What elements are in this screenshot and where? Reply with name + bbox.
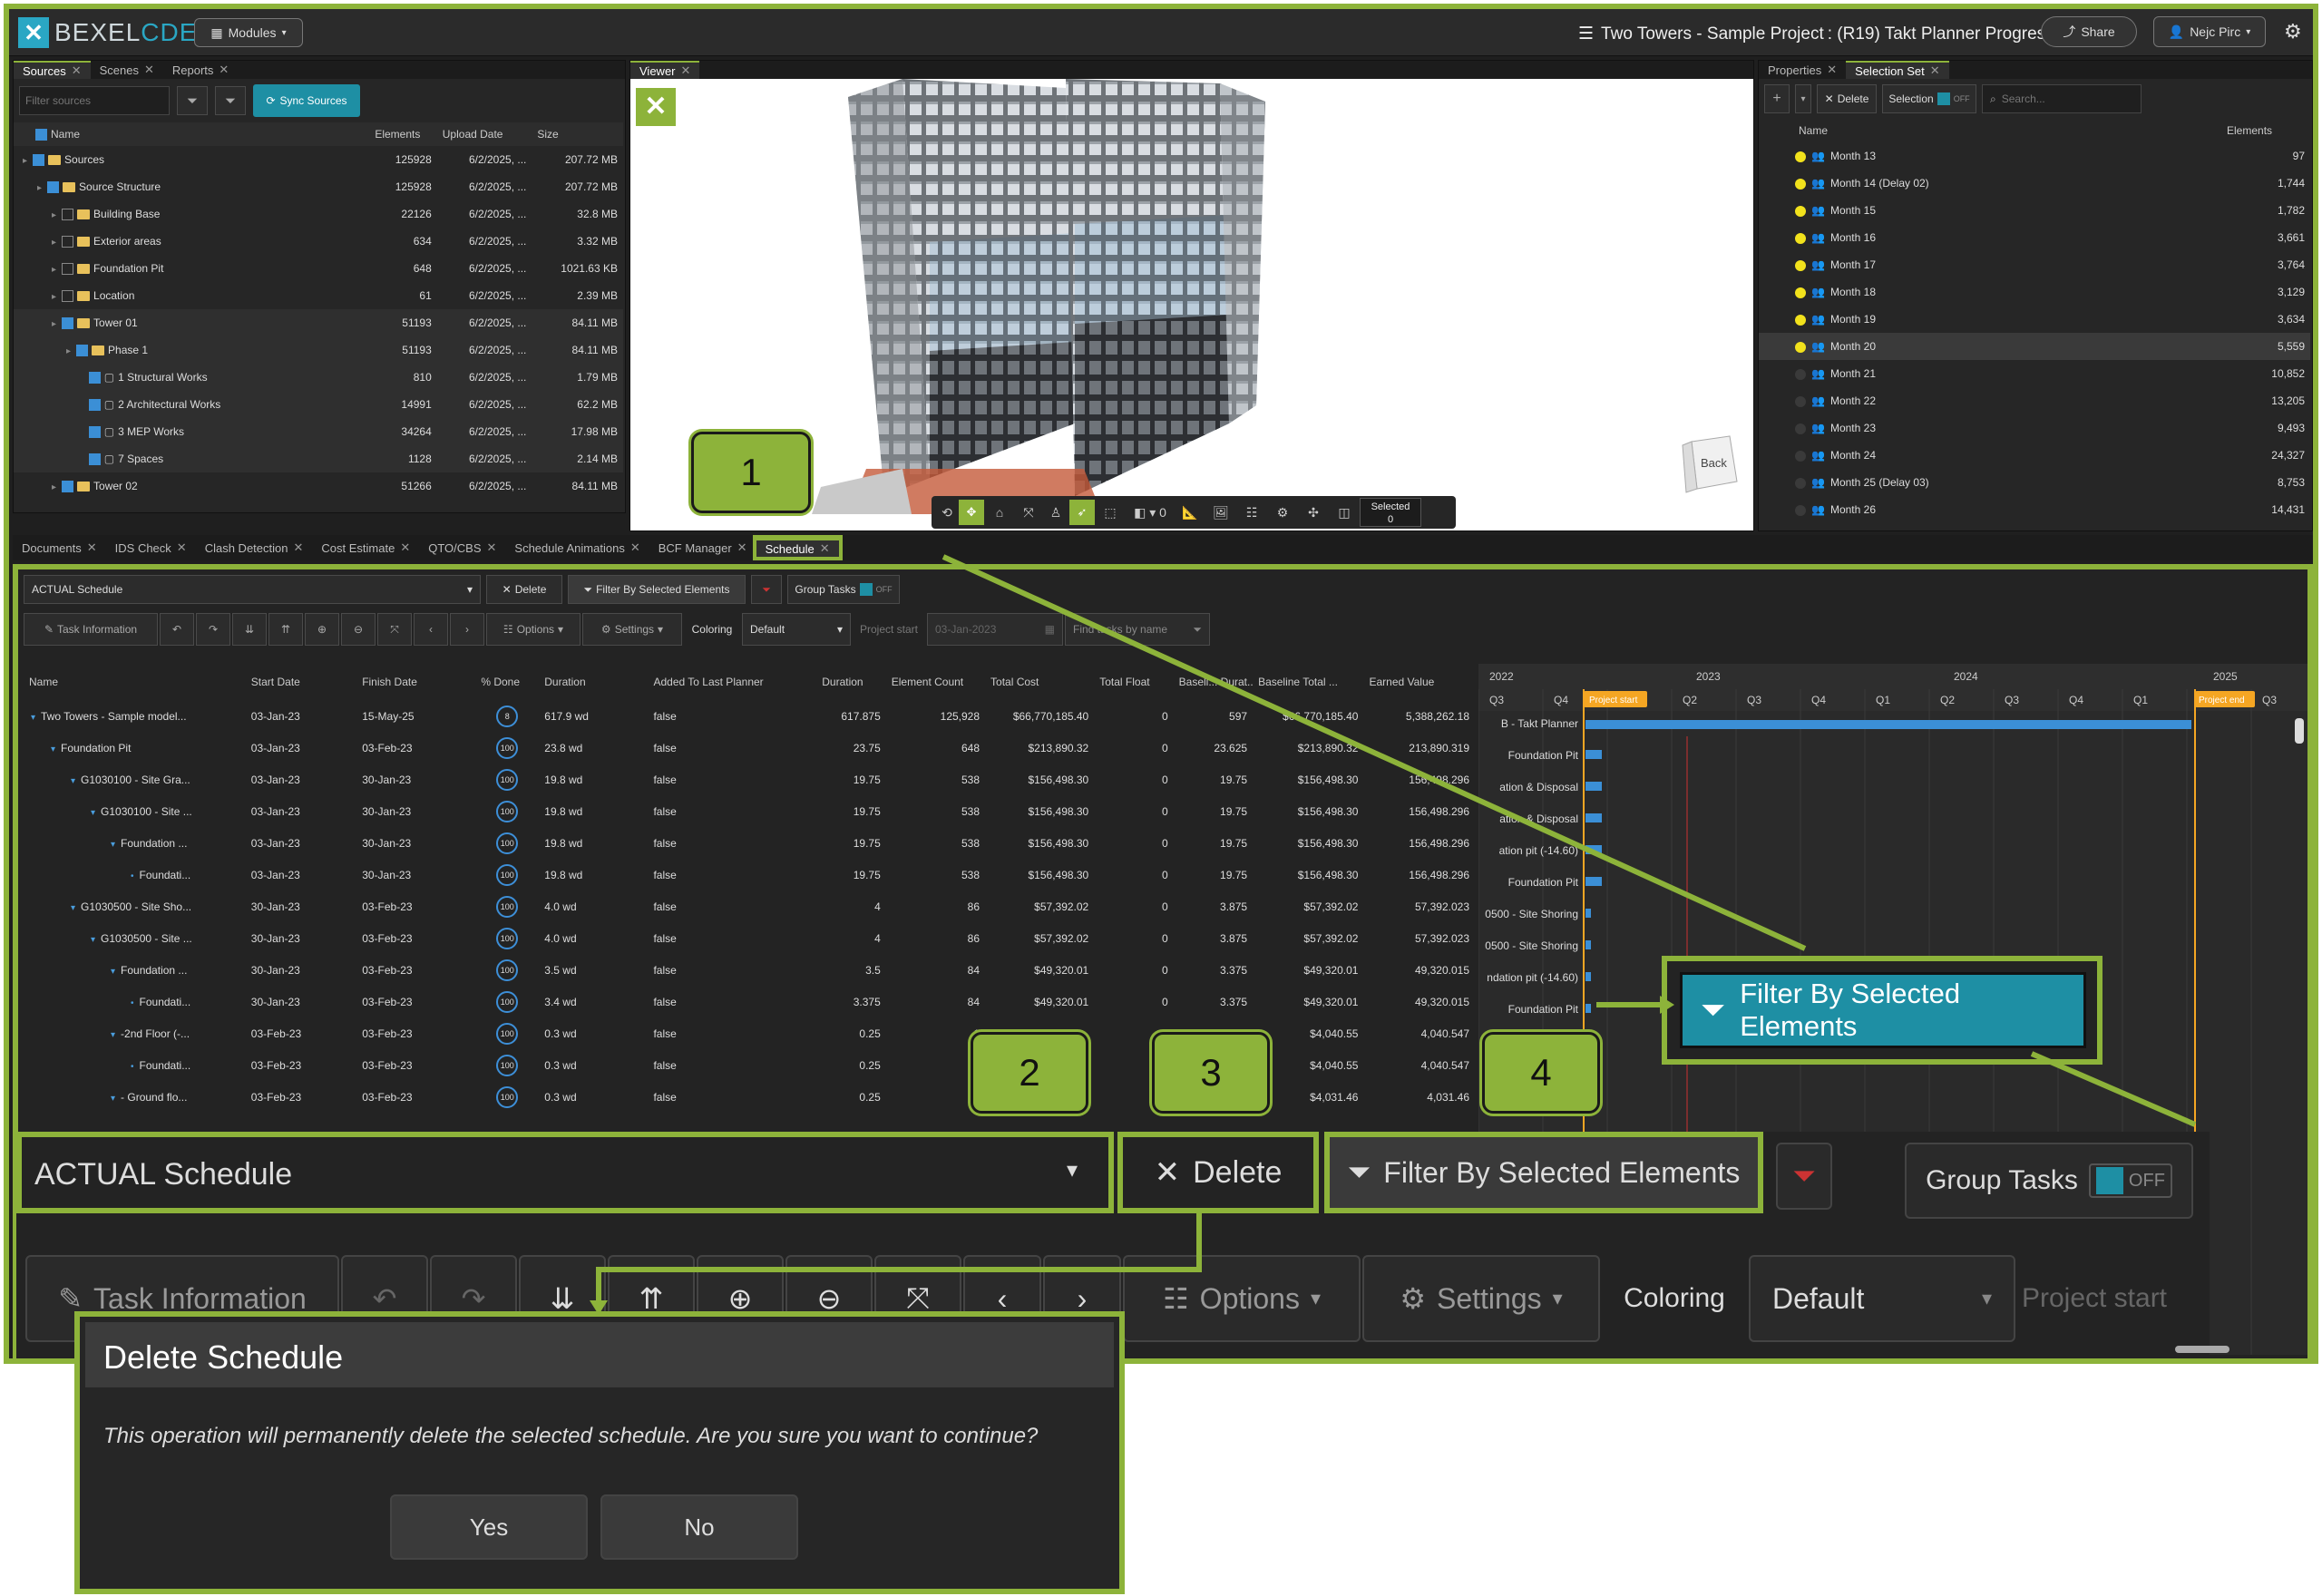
dialog-no-button[interactable]: No: [600, 1494, 798, 1560]
dialog-message: This operation will permanently delete t…: [103, 1424, 1039, 1448]
dialog-header: Delete Schedule: [85, 1322, 1114, 1387]
delete-schedule-dialog: Delete Schedule This operation will perm…: [74, 1311, 1125, 1594]
dialog-title: Delete Schedule: [103, 1338, 344, 1376]
dialog-yes-button[interactable]: Yes: [390, 1494, 588, 1560]
